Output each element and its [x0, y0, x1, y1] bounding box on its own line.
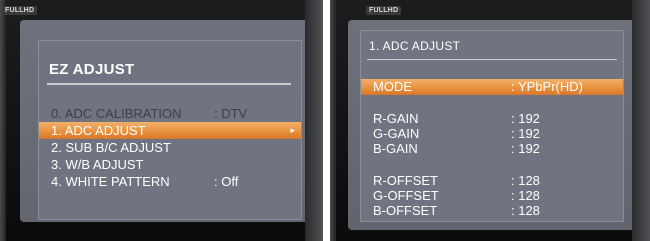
tv-bezel-right	[305, 0, 323, 241]
g-gain-row[interactable]: G-GAIN : 192	[361, 126, 623, 142]
fullhd-logo: FULLHD	[366, 6, 402, 15]
mode-row[interactable]: MODE : YPbPr(HD)	[361, 79, 623, 95]
menu-item-adc-calibration[interactable]: 0. ADC CALIBRATION : DTV	[39, 105, 301, 122]
r-offset-value: : 128	[511, 173, 540, 188]
menu-item-label: 1. ADC ADJUST	[51, 123, 146, 138]
r-offset-row[interactable]: R-OFFSET : 128	[361, 173, 623, 189]
g-gain-value: : 192	[511, 126, 540, 141]
menu-item-value: : DTV	[214, 106, 248, 121]
menu-item-label: 4. WHITE PATTERN	[51, 174, 170, 189]
mode-value: : YPbPr(HD)	[511, 79, 583, 94]
r-gain-value: : 192	[511, 111, 540, 126]
b-gain-label: B-GAIN	[373, 141, 418, 156]
b-gain-value: : 192	[511, 141, 540, 156]
title-divider	[47, 83, 291, 85]
right-tv-photo: FULLHD 1. ADC ADJUST MODE : YPbPr(HD) R-…	[330, 0, 650, 241]
r-gain-row[interactable]: R-GAIN : 192	[361, 111, 623, 127]
menu-item-wb-adjust[interactable]: 3. W/B ADJUST	[39, 156, 301, 173]
mode-label: MODE	[373, 79, 412, 94]
g-gain-label: G-GAIN	[373, 126, 420, 141]
tv-bezel-left	[330, 0, 336, 241]
menu-item-sub-bc-adjust[interactable]: 2. SUB B/C ADJUST	[39, 139, 301, 156]
tv-screen: 1. ADC ADJUST MODE : YPbPr(HD) R-GAIN : …	[348, 20, 636, 230]
tv-bezel-left	[0, 0, 6, 241]
b-offset-row[interactable]: B-OFFSET : 128	[361, 203, 623, 219]
b-offset-value: : 128	[511, 203, 540, 218]
b-offset-label: B-OFFSET	[373, 203, 438, 218]
fullhd-logo: FULLHD	[2, 6, 38, 15]
menu-item-label: 2. SUB B/C ADJUST	[51, 140, 171, 155]
g-offset-value: : 128	[511, 188, 540, 203]
title-divider	[367, 59, 617, 60]
adc-adjust-menu: 1. ADC ADJUST MODE : YPbPr(HD) R-GAIN : …	[360, 30, 624, 222]
r-offset-label: R-OFFSET	[373, 173, 438, 188]
menu-item-value: : Off	[214, 174, 239, 189]
menu-item-white-pattern[interactable]: 4. WHITE PATTERN : Off	[39, 173, 301, 190]
r-gain-label: R-GAIN	[373, 111, 419, 126]
tv-screen: EZ ADJUST 0. ADC CALIBRATION : DTV 1. AD…	[20, 20, 310, 222]
ez-adjust-menu: EZ ADJUST 0. ADC CALIBRATION : DTV 1. AD…	[38, 40, 302, 220]
menu-item-label: 3. W/B ADJUST	[51, 157, 144, 172]
menu-title: 1. ADC ADJUST	[369, 39, 461, 53]
menu-item-adc-adjust[interactable]: 1. ADC ADJUST ▸	[39, 122, 301, 139]
menu-title: EZ ADJUST	[49, 61, 135, 78]
g-offset-label: G-OFFSET	[373, 188, 439, 203]
submenu-arrow-icon: ▸	[290, 125, 295, 135]
left-tv-photo: FULLHD EZ ADJUST 0. ADC CALIBRATION : DT…	[0, 0, 323, 241]
g-offset-row[interactable]: G-OFFSET : 128	[361, 188, 623, 204]
b-gain-row[interactable]: B-GAIN : 192	[361, 141, 623, 157]
menu-item-label: 0. ADC CALIBRATION	[51, 106, 182, 121]
tv-bezel-right	[632, 0, 650, 241]
